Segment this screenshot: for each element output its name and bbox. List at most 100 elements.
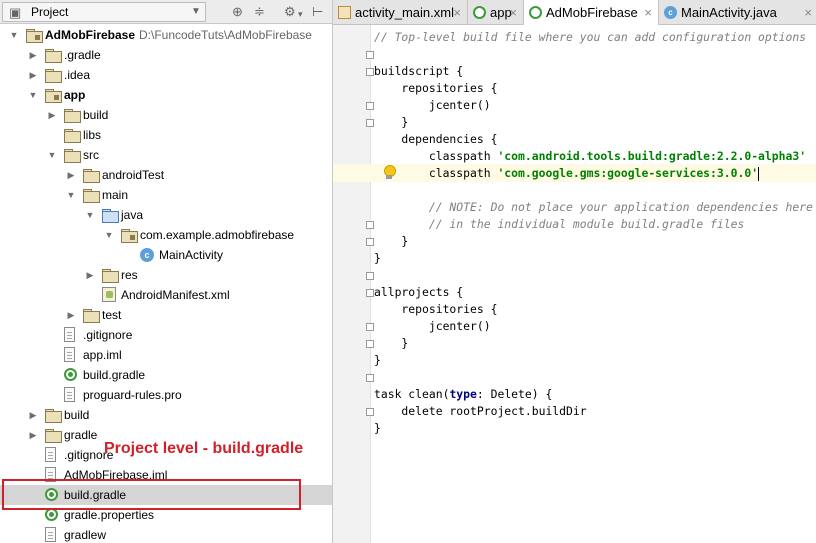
tree-item[interactable]: .gitignore bbox=[0, 325, 332, 345]
tree-item[interactable]: ▶ build bbox=[0, 105, 332, 125]
class-icon: c bbox=[664, 6, 677, 19]
project-view-icon: ▣ bbox=[9, 5, 22, 20]
file-icon bbox=[64, 327, 75, 342]
tree-item-label: build bbox=[64, 408, 90, 422]
tree-item[interactable]: c MainActivity bbox=[0, 245, 332, 265]
tree-item[interactable]: ▼ java bbox=[0, 205, 332, 225]
tree-item[interactable]: ▶ res bbox=[0, 265, 332, 285]
tree-item[interactable]: AndroidManifest.xml bbox=[0, 285, 332, 305]
fold-marker-icon[interactable] bbox=[366, 374, 374, 382]
fold-marker-icon[interactable] bbox=[366, 289, 374, 297]
folder-icon bbox=[45, 429, 62, 443]
tree-item[interactable]: ▼ src bbox=[0, 145, 332, 165]
code-token: clean( bbox=[408, 387, 450, 401]
code-string: 'com.google.gms:google-services:3.0.0' bbox=[497, 166, 759, 180]
editor-tab[interactable]: app × bbox=[468, 0, 524, 25]
chevron-down-icon[interactable]: ▼ bbox=[103, 225, 115, 245]
tree-item[interactable]: ▼ com.example.admobfirebase bbox=[0, 225, 332, 245]
highlight-box bbox=[2, 479, 301, 510]
tree-item-path: D:\FuncodeTuts\AdMobFirebase bbox=[139, 28, 312, 42]
chevron-down-icon[interactable]: ▼ bbox=[8, 25, 20, 45]
tree-item[interactable]: ▼ main bbox=[0, 185, 332, 205]
editor-tab[interactable]: activity_main.xml × bbox=[333, 0, 468, 25]
close-tab-icon[interactable]: × bbox=[644, 0, 652, 25]
tree-item[interactable]: proguard-rules.pro bbox=[0, 385, 332, 405]
chevron-right-icon[interactable]: ▶ bbox=[27, 405, 39, 425]
code-line: buildscript { bbox=[374, 63, 463, 80]
editor-tab-label: MainActivity.java bbox=[681, 5, 777, 20]
scroll-from-source-icon[interactable]: ⊕ bbox=[232, 4, 243, 20]
module-folder-icon bbox=[26, 29, 43, 43]
code-token: task bbox=[374, 387, 409, 401]
folder-icon bbox=[45, 49, 62, 63]
fold-marker-icon[interactable] bbox=[366, 102, 374, 110]
chevron-right-icon[interactable]: ▶ bbox=[65, 305, 77, 325]
project-view-selector[interactable]: ▣ Project ▼ bbox=[2, 2, 206, 22]
chevron-right-icon[interactable]: ▶ bbox=[27, 425, 39, 445]
res-folder-icon bbox=[102, 269, 119, 283]
tree-item[interactable]: libs bbox=[0, 125, 332, 145]
tree-item[interactable]: gradlew bbox=[0, 525, 332, 543]
gear-dropdown-icon[interactable]: ▾ bbox=[298, 6, 303, 22]
chevron-right-icon[interactable]: ▶ bbox=[27, 45, 39, 65]
module-folder-icon bbox=[45, 89, 62, 103]
tree-item[interactable]: ▶ .idea bbox=[0, 65, 332, 85]
editor-tab[interactable]: c MainActivity.java × bbox=[659, 0, 816, 25]
code-token: } bbox=[374, 421, 381, 435]
code-line: } bbox=[374, 335, 408, 352]
fold-marker-icon[interactable] bbox=[366, 408, 374, 416]
tree-item-label: gradlew bbox=[64, 528, 107, 542]
folder-icon bbox=[83, 189, 100, 203]
dropdown-arrow-icon[interactable]: ▼ bbox=[191, 4, 201, 20]
chevron-down-icon[interactable]: ▼ bbox=[65, 185, 77, 205]
tree-item[interactable]: build.gradle bbox=[0, 365, 332, 385]
code-token: } bbox=[374, 251, 381, 265]
chevron-right-icon[interactable]: ▶ bbox=[65, 165, 77, 185]
code-line: repositories { bbox=[374, 80, 497, 97]
code-comment: // in the individual module build.gradle… bbox=[374, 217, 745, 231]
folder-icon bbox=[45, 409, 62, 423]
editor-tab[interactable]: AdMobFirebase × bbox=[524, 0, 659, 26]
chevron-down-icon[interactable]: ▼ bbox=[84, 205, 96, 225]
collapse-all-icon[interactable]: ≑ bbox=[254, 4, 265, 20]
tree-item[interactable]: ▶ build bbox=[0, 405, 332, 425]
fold-marker-icon[interactable] bbox=[366, 68, 374, 76]
code-line: dependencies { bbox=[374, 131, 497, 148]
fold-marker-icon[interactable] bbox=[366, 51, 374, 59]
chevron-right-icon[interactable]: ▶ bbox=[27, 65, 39, 85]
close-tab-icon[interactable]: × bbox=[509, 0, 517, 25]
tree-item[interactable]: app.iml bbox=[0, 345, 332, 365]
chevron-down-icon[interactable]: ▼ bbox=[46, 145, 58, 165]
editor-tab-bar: activity_main.xml × app × AdMobFirebase × c Mai… bbox=[333, 0, 816, 26]
hide-panel-icon[interactable]: ⊢ bbox=[312, 4, 323, 20]
fold-marker-icon[interactable] bbox=[366, 272, 374, 280]
chevron-right-icon[interactable]: ▶ bbox=[84, 265, 96, 285]
class-icon: c bbox=[140, 248, 154, 262]
project-view-label: Project bbox=[31, 5, 69, 19]
tree-item[interactable]: ▼ app bbox=[0, 85, 332, 105]
tree-item-label: java bbox=[121, 208, 144, 222]
tree-item[interactable]: ▶ androidTest bbox=[0, 165, 332, 185]
chevron-right-icon[interactable]: ▶ bbox=[46, 105, 58, 125]
annotation-label: Project level - build.gradle bbox=[104, 440, 304, 457]
fold-marker-icon[interactable] bbox=[366, 323, 374, 331]
tree-item[interactable]: ▼ AdMobFirebase D:\FuncodeTuts\AdMobFireba… bbox=[0, 25, 332, 45]
project-panel: ▣ Project ▼ ⊕ ≑ ⚙ ▾ ⊢ ▼ AdMobFirebase D:\F… bbox=[0, 0, 332, 543]
fold-marker-icon[interactable] bbox=[366, 221, 374, 229]
close-tab-icon[interactable]: × bbox=[804, 0, 812, 25]
tree-item[interactable]: ▶ .gradle bbox=[0, 45, 332, 65]
fold-marker-icon[interactable] bbox=[366, 238, 374, 246]
fold-marker-icon[interactable] bbox=[366, 340, 374, 348]
tree-item-label: libs bbox=[83, 128, 102, 142]
tree-item[interactable]: ▶ test bbox=[0, 305, 332, 325]
code-comment: // NOTE: Do not place your application d… bbox=[374, 200, 813, 214]
gear-icon[interactable]: ⚙ bbox=[284, 4, 296, 20]
code-line: } bbox=[374, 250, 381, 267]
code-token: } bbox=[374, 353, 381, 367]
close-tab-icon[interactable]: × bbox=[453, 0, 461, 25]
gradle-icon bbox=[64, 368, 77, 381]
fold-marker-icon[interactable] bbox=[366, 119, 374, 127]
code-token: buildscript { bbox=[374, 64, 464, 78]
chevron-down-icon[interactable]: ▼ bbox=[27, 85, 39, 105]
code-line: } bbox=[374, 352, 381, 369]
